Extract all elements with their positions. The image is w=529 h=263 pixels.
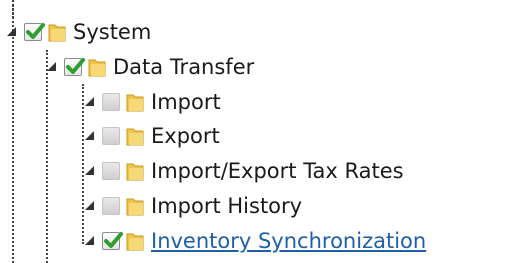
- tree-node-label[interactable]: Import History: [151, 189, 302, 223]
- import-history-checkbox[interactable]: [102, 197, 120, 215]
- tree-node-data-transfer[interactable]: Data Transfer: [40, 50, 254, 84]
- tree-node-import[interactable]: Import: [78, 85, 221, 119]
- tree-node-import-export-tax-rates[interactable]: Import/Export Tax Rates: [78, 154, 404, 188]
- folder-icon: [125, 195, 145, 217]
- checkmark-icon: [26, 23, 45, 39]
- tree-expand-arrow-icon[interactable]: [82, 198, 98, 214]
- tree-expand-arrow-icon[interactable]: [82, 94, 98, 110]
- folder-icon: [125, 160, 145, 182]
- tree-node-export[interactable]: Export: [78, 119, 220, 153]
- inventory-sync-checkbox[interactable]: [102, 232, 123, 250]
- tree-expand-arrow-icon[interactable]: [82, 128, 98, 144]
- folder-icon: [87, 56, 107, 78]
- tree-node-import-history[interactable]: Import History: [78, 189, 302, 223]
- folder-icon: [125, 230, 145, 252]
- data-transfer-checkbox[interactable]: [64, 58, 85, 76]
- tree-node-system[interactable]: System: [0, 15, 151, 49]
- tree-expand-arrow-icon[interactable]: [44, 59, 60, 75]
- tree-node-inventory-synchronization[interactable]: Inventory Synchronization: [78, 224, 426, 258]
- checkmark-icon: [104, 232, 123, 248]
- system-checkbox[interactable]: [24, 23, 45, 41]
- tree-node-label[interactable]: Import: [151, 85, 221, 119]
- folder-icon: [47, 21, 67, 43]
- tree-expand-arrow-icon[interactable]: [82, 233, 98, 249]
- tree-expand-arrow-icon[interactable]: [82, 163, 98, 179]
- tree-expand-arrow-icon[interactable]: [4, 24, 20, 40]
- checkmark-icon: [66, 58, 85, 74]
- tree-node-label[interactable]: System: [73, 15, 151, 49]
- folder-icon: [125, 91, 145, 113]
- export-checkbox[interactable]: [102, 127, 120, 145]
- folder-icon: [125, 125, 145, 147]
- import-checkbox[interactable]: [102, 93, 120, 111]
- tree-node-label[interactable]: Import/Export Tax Rates: [151, 154, 404, 188]
- inventory-synchronization-link[interactable]: Inventory Synchronization: [151, 224, 426, 258]
- tree-node-label[interactable]: Data Transfer: [113, 50, 254, 84]
- tax-rates-checkbox[interactable]: [102, 162, 120, 180]
- permission-tree: System Data Transfer Import Export Impor…: [0, 0, 529, 263]
- tree-node-label[interactable]: Export: [151, 119, 220, 153]
